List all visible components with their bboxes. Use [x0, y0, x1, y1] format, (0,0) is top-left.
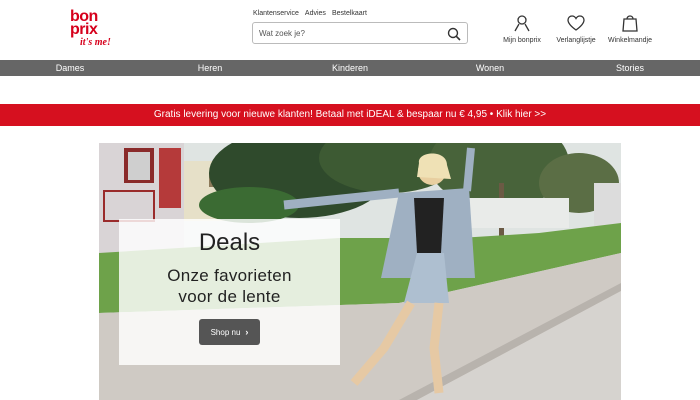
shop-now-label: Shop nu	[210, 327, 241, 337]
cart-button[interactable]: Winkelmandje	[600, 14, 660, 44]
chevron-right-icon: ›	[245, 327, 249, 337]
hero-subtitle: Onze favorieten voor de lente	[119, 265, 340, 307]
shop-now-button[interactable]: Shop nu ›	[198, 319, 261, 345]
link-bestelkaart[interactable]: Bestelkaart	[332, 10, 367, 17]
nav-item-stories[interactable]: Stories	[560, 60, 700, 76]
cart-label: Winkelmandje	[608, 37, 652, 44]
promo-banner[interactable]: Gratis levering voor nieuwe klanten! Bet…	[0, 104, 700, 126]
main-nav: Dames Heren Kinderen Wonen Stories	[0, 60, 700, 76]
deal-card: Deals Onze favorieten voor de lente Shop…	[119, 219, 340, 365]
account-label: Mijn bonprix	[503, 37, 541, 44]
shopping-bag-icon	[622, 15, 638, 32]
hero-subtitle-line-1: Onze favorieten	[167, 266, 292, 285]
heart-icon	[567, 15, 585, 31]
nav-item-kinderen[interactable]: Kinderen	[280, 60, 420, 76]
search-icon[interactable]	[447, 27, 461, 41]
hero-title: Deals	[198, 229, 261, 256]
service-links: Klantenservice Advies Bestelkaart	[253, 10, 367, 17]
user-icon	[514, 15, 530, 32]
link-klantenservice[interactable]: Klantenservice	[253, 10, 299, 17]
nav-item-heren[interactable]: Heren	[140, 60, 280, 76]
hero-subtitle-line-2: voor de lente	[178, 287, 281, 306]
logo-text-prix: prix	[70, 21, 98, 38]
search-bar	[252, 22, 468, 44]
search-input[interactable]	[253, 23, 433, 44]
account-button[interactable]: Mijn bonprix	[492, 14, 552, 44]
page: bon prix it's me! Klantenservice Advies …	[0, 0, 700, 400]
site-header: bon prix it's me! Klantenservice Advies …	[0, 0, 700, 60]
link-advies[interactable]: Advies	[305, 10, 326, 17]
wishlist-button[interactable]: Verlanglijstje	[546, 14, 606, 44]
hero-banner[interactable]: Deals Onze favorieten voor de lente Shop…	[99, 143, 621, 400]
wishlist-label: Verlanglijstje	[556, 37, 596, 44]
bonprix-logo[interactable]: bon prix it's me!	[70, 9, 112, 52]
nav-item-wonen[interactable]: Wonen	[420, 60, 560, 76]
nav-item-dames[interactable]: Dames	[0, 60, 140, 76]
